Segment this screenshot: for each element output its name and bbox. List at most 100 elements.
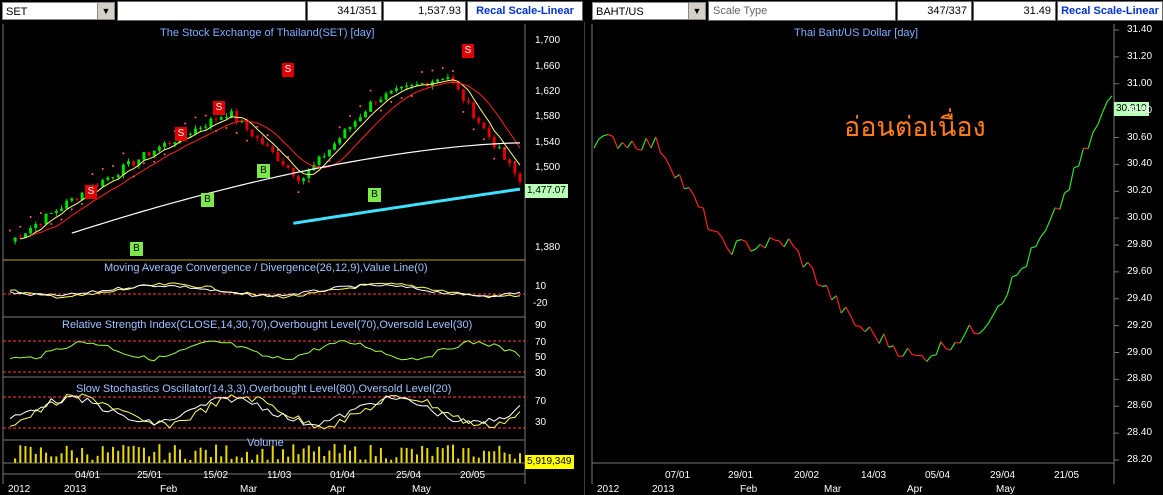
candle-body bbox=[193, 128, 197, 134]
volume-bar bbox=[55, 456, 58, 463]
sar-dot bbox=[132, 175, 135, 178]
candle-body bbox=[461, 89, 465, 101]
volume-bar bbox=[405, 447, 408, 463]
right-axis-label: 29.00 bbox=[1127, 346, 1153, 358]
right-axis-label: 30.00 bbox=[1127, 212, 1153, 224]
volume-bar bbox=[276, 459, 279, 463]
left-date-label: 25/01 bbox=[137, 470, 163, 481]
macd-title: Moving Average Convergence / Divergence(… bbox=[104, 262, 428, 274]
volume-bar bbox=[482, 450, 485, 463]
left-symbol-select[interactable]: SET ▼ bbox=[2, 2, 115, 20]
right-axis-label: 29.60 bbox=[1127, 265, 1153, 277]
volume-bar bbox=[153, 451, 156, 463]
candle-body bbox=[348, 126, 352, 130]
sar-dot bbox=[328, 159, 331, 162]
volume-title: Volume bbox=[247, 437, 284, 449]
right-annotation: อ่อนต่อเนื่อง bbox=[844, 112, 986, 143]
right-recal-scale-button[interactable]: Recal Scale-Linear bbox=[1057, 1, 1163, 21]
left-date-label: 20/05 bbox=[460, 470, 486, 481]
volume-bar bbox=[390, 459, 393, 463]
right-axis-label: 28.80 bbox=[1127, 373, 1153, 385]
sar-dot bbox=[39, 212, 42, 215]
right-date-label: 29/01 bbox=[728, 470, 754, 481]
volume-bar bbox=[508, 454, 511, 463]
left-date-label: 25/04 bbox=[396, 470, 422, 481]
candle-body bbox=[54, 210, 58, 213]
chevron-down-icon[interactable]: ▼ bbox=[97, 3, 114, 19]
right-axis-label: 30.60 bbox=[1127, 131, 1153, 143]
right-axis-label: 30.20 bbox=[1127, 185, 1153, 197]
right-date-label: 07/01 bbox=[665, 470, 691, 481]
candle-body bbox=[363, 111, 367, 118]
candle-body bbox=[224, 116, 228, 118]
candle-body bbox=[173, 142, 177, 144]
volume-bar bbox=[60, 453, 63, 463]
volume-bar bbox=[117, 450, 120, 463]
sar-dot bbox=[163, 153, 166, 156]
stoch-tick: 70 bbox=[535, 396, 547, 407]
sar-dot bbox=[225, 126, 228, 129]
chevron-down-icon[interactable]: ▼ bbox=[688, 3, 705, 19]
candle-body bbox=[358, 117, 362, 122]
sell-signal: S bbox=[213, 101, 225, 115]
volume-bar bbox=[225, 445, 228, 463]
right-chart-title: Thai Baht/US Dollar [day] bbox=[794, 27, 919, 39]
right-axis-label: 29.40 bbox=[1127, 292, 1153, 304]
left-axis-label: 1,380 bbox=[535, 242, 561, 253]
candle-body bbox=[49, 212, 53, 214]
candle-body bbox=[389, 90, 393, 94]
volume-bar bbox=[328, 450, 331, 463]
sar-dot bbox=[338, 126, 341, 129]
sar-dot bbox=[307, 180, 310, 183]
volume-bar bbox=[519, 453, 521, 463]
sar-dot bbox=[112, 165, 115, 168]
candle-body bbox=[322, 156, 326, 158]
sar-dot bbox=[266, 134, 269, 137]
volume-bar bbox=[142, 447, 145, 463]
candle-body bbox=[466, 100, 470, 103]
right-month-label: May bbox=[996, 484, 1015, 495]
sar-dot bbox=[441, 66, 444, 69]
right-symbol-select[interactable]: BAHT/US ▼ bbox=[592, 2, 706, 20]
volume-bar bbox=[65, 445, 68, 463]
volume-bar bbox=[251, 459, 254, 463]
sell-signal: S bbox=[85, 185, 97, 199]
volume-bar bbox=[431, 455, 434, 463]
volume-bar bbox=[70, 450, 73, 463]
volume-bar bbox=[472, 456, 475, 463]
candle-body bbox=[101, 179, 105, 187]
volume-bar bbox=[395, 457, 398, 463]
sar-dot bbox=[462, 110, 465, 113]
volume-bar bbox=[488, 451, 491, 463]
sar-dot bbox=[9, 229, 11, 232]
candle-body bbox=[209, 118, 213, 127]
volume-bar bbox=[75, 457, 78, 463]
candle-body bbox=[163, 143, 167, 147]
left-axis-label: 1,620 bbox=[535, 86, 561, 97]
fx-line-segment bbox=[955, 341, 961, 344]
right-axis-label: 28.40 bbox=[1127, 427, 1153, 439]
candle-body bbox=[266, 144, 270, 147]
volume-bar bbox=[354, 446, 357, 463]
right-price-field: 31.49 bbox=[973, 1, 1056, 21]
volume-bar bbox=[307, 445, 310, 463]
right-axis-label: 28.20 bbox=[1127, 454, 1153, 465]
left-recal-scale-button[interactable]: Recal Scale-Linear bbox=[467, 1, 583, 21]
volume-bar bbox=[39, 447, 42, 463]
right-scale-type-field[interactable]: Scale Type bbox=[708, 1, 896, 21]
sar-dot bbox=[359, 105, 362, 108]
right-year-label: 2012 bbox=[597, 484, 620, 495]
volume-bar bbox=[452, 444, 455, 463]
volume-bar bbox=[189, 459, 192, 463]
candle-body bbox=[441, 79, 445, 81]
candle-body bbox=[497, 147, 501, 149]
volume-bar bbox=[245, 451, 248, 463]
sar-dot bbox=[482, 138, 485, 141]
volume-bar bbox=[194, 450, 197, 463]
candle-body bbox=[508, 159, 512, 164]
candle-body bbox=[29, 228, 33, 234]
volume-bar bbox=[282, 449, 285, 463]
right-axis-label: 30.40 bbox=[1127, 158, 1153, 170]
left-blank-field[interactable] bbox=[117, 1, 306, 21]
sar-dot bbox=[452, 70, 455, 73]
